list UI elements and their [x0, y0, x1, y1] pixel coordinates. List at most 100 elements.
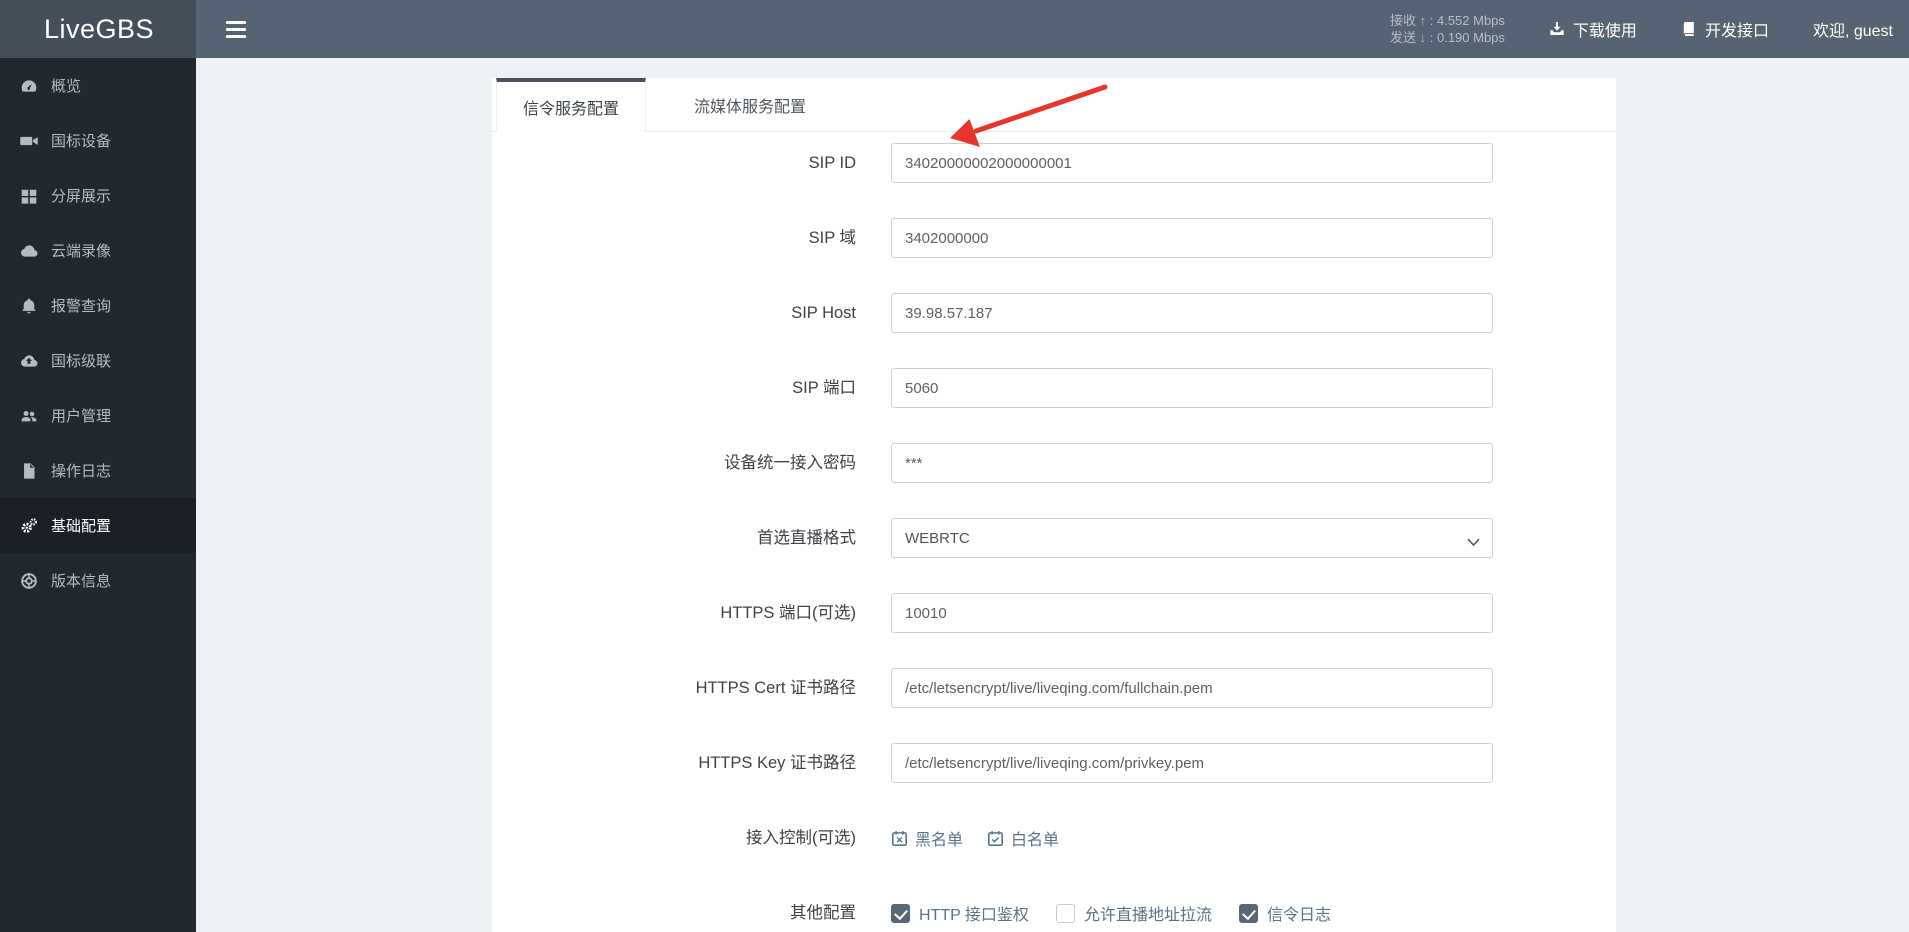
app-logo: LiveGBS: [0, 0, 196, 58]
form-row: HTTPS Key 证书路径: [492, 743, 1616, 783]
field-label: SIP ID: [808, 154, 856, 172]
config-tabs: 信令服务配置 流媒体服务配置: [492, 78, 1616, 132]
sidebar-item-label: 国标设备: [51, 133, 112, 150]
sidebar: 概览 国标设备 分屏展示 云端录像 报警查询 国标级联 用户管理 操作日志 基础…: [0, 58, 196, 932]
form-row: HTTPS 端口(可选): [492, 593, 1616, 633]
select-value: WEBRTC: [905, 529, 970, 547]
form-row: SIP ID: [492, 143, 1616, 183]
sip-id-field[interactable]: [891, 143, 1493, 183]
sidebar-item-version-info[interactable]: 版本信息: [0, 553, 196, 608]
sidebar-toggle-button[interactable]: [214, 0, 258, 58]
checkbox-icon: [1055, 903, 1075, 923]
whitelist-label: 白名单: [1011, 832, 1060, 849]
checkbox-label: 允许直播地址拉流: [1083, 907, 1212, 924]
file-icon: [19, 461, 38, 480]
form-row: SIP 端口: [492, 368, 1616, 408]
sip-host-field[interactable]: [891, 293, 1493, 333]
device-access-password-field[interactable]: [891, 443, 1493, 483]
https-cert-path-field[interactable]: [891, 668, 1493, 708]
cloud-icon: [19, 241, 38, 260]
tab-label: 流媒体服务配置: [694, 98, 807, 116]
cloud-upload-icon: [19, 351, 38, 370]
field-label: 设备统一接入密码: [724, 454, 856, 472]
field-label: SIP 域: [808, 229, 856, 247]
form-row: HTTPS Cert 证书路径: [492, 668, 1616, 708]
sidebar-item-user-management[interactable]: 用户管理: [0, 388, 196, 443]
blacklist-button[interactable]: 黑名单: [891, 826, 963, 850]
tab-media-service-config[interactable]: 流媒体服务配置: [668, 78, 832, 131]
users-icon: [19, 406, 38, 425]
download-link-label: 下载使用: [1572, 23, 1637, 40]
checkbox-icon: [1238, 903, 1258, 923]
api-docs-link[interactable]: 开发接口: [1681, 17, 1769, 41]
tab-label: 信令服务配置: [523, 101, 620, 118]
field-label: SIP 端口: [792, 379, 856, 397]
field-label: 首选直播格式: [757, 529, 856, 547]
https-key-path-field[interactable]: [891, 743, 1493, 783]
sidebar-item-label: 分屏展示: [51, 188, 112, 205]
sip-port-field[interactable]: [891, 368, 1493, 408]
field-label: HTTPS Key 证书路径: [698, 754, 856, 772]
video-camera-icon: [19, 131, 38, 150]
https-port-field[interactable]: [891, 593, 1493, 633]
checkbox-label: HTTP 接口鉴权: [919, 907, 1029, 924]
checkbox-http-api-auth[interactable]: HTTP 接口鉴权: [891, 901, 1029, 925]
sidebar-item-label: 概览: [51, 78, 82, 95]
sidebar-item-alarm-query[interactable]: 报警查询: [0, 278, 196, 333]
checkbox-allow-live-url-pull[interactable]: 允许直播地址拉流: [1055, 901, 1212, 925]
topbar-main: 接收 ↑ : 4.552 Mbps 发送 ↓ : 0.190 Mbps 下载使用…: [196, 0, 1909, 58]
sidebar-item-gb-cascade[interactable]: 国标级联: [0, 333, 196, 388]
field-label: SIP Host: [791, 304, 856, 322]
preferred-live-format-select[interactable]: WEBRTC: [891, 518, 1493, 558]
sidebar-item-operation-log[interactable]: 操作日志: [0, 443, 196, 498]
download-link[interactable]: 下载使用: [1549, 17, 1637, 41]
field-label: HTTPS 端口(可选): [720, 604, 856, 622]
bell-icon: [19, 296, 38, 315]
hamburger-icon: [226, 34, 246, 38]
sidebar-item-overview[interactable]: 概览: [0, 58, 196, 113]
calendar-x-icon: [891, 830, 908, 847]
field-label: 接入控制(可选): [746, 829, 856, 847]
form-row: 首选直播格式 WEBRTC: [492, 518, 1616, 558]
config-card: 信令服务配置 流媒体服务配置 SIP ID SIP 域 SIP Host SIP…: [492, 78, 1616, 932]
chevron-down-icon: [1467, 534, 1480, 551]
sidebar-item-label: 用户管理: [51, 408, 112, 425]
user-menu[interactable]: 欢迎, guest: [1813, 17, 1893, 41]
network-stats: 接收 ↑ : 4.552 Mbps 发送 ↓ : 0.190 Mbps: [1390, 12, 1505, 46]
download-icon: [1549, 21, 1565, 37]
form-row: SIP 域: [492, 218, 1616, 258]
life-ring-icon: [19, 571, 38, 590]
sidebar-item-basic-config[interactable]: 基础配置: [0, 498, 196, 553]
form-row: 其他配置 HTTP 接口鉴权 允许直播地址拉流 信令日志: [492, 893, 1616, 932]
book-icon: [1681, 21, 1697, 37]
sidebar-item-gb-devices[interactable]: 国标设备: [0, 113, 196, 168]
api-docs-link-label: 开发接口: [1704, 23, 1769, 40]
content-area: 信令服务配置 流媒体服务配置 SIP ID SIP 域 SIP Host SIP…: [196, 58, 1909, 932]
sidebar-item-label: 版本信息: [51, 573, 112, 590]
form-row: SIP Host: [492, 293, 1616, 333]
sidebar-item-label: 国标级联: [51, 353, 112, 370]
signal-config-form: SIP ID SIP 域 SIP Host SIP 端口 设备统一接入密码 首选: [492, 132, 1616, 932]
receive-rate: 接收 ↑ : 4.552 Mbps: [1390, 13, 1505, 28]
sidebar-item-label: 云端录像: [51, 243, 112, 260]
grid-icon: [19, 186, 38, 205]
blacklist-label: 黑名单: [915, 832, 964, 849]
form-row: 设备统一接入密码: [492, 443, 1616, 483]
checkbox-label: 信令日志: [1266, 907, 1331, 924]
whitelist-button[interactable]: 白名单: [987, 826, 1059, 850]
send-rate: 发送 ↓ : 0.190 Mbps: [1390, 30, 1505, 45]
sip-domain-field[interactable]: [891, 218, 1493, 258]
calendar-check-icon: [987, 830, 1004, 847]
checkbox-icon: [891, 903, 910, 923]
sidebar-item-split-screen[interactable]: 分屏展示: [0, 168, 196, 223]
sidebar-item-cloud-recording[interactable]: 云端录像: [0, 223, 196, 278]
field-label: HTTPS Cert 证书路径: [695, 679, 856, 697]
tab-signal-service-config[interactable]: 信令服务配置: [496, 78, 647, 132]
gauge-icon: [19, 76, 38, 95]
sidebar-item-label: 报警查询: [51, 298, 112, 315]
field-label: 其他配置: [790, 904, 856, 922]
form-row: 接入控制(可选) 黑名单 白名单: [492, 818, 1616, 858]
hamburger-icon: [226, 20, 246, 24]
checkbox-signal-log[interactable]: 信令日志: [1238, 901, 1331, 925]
topbar: LiveGBS 接收 ↑ : 4.552 Mbps 发送 ↓ : 0.190 M…: [0, 0, 1909, 58]
